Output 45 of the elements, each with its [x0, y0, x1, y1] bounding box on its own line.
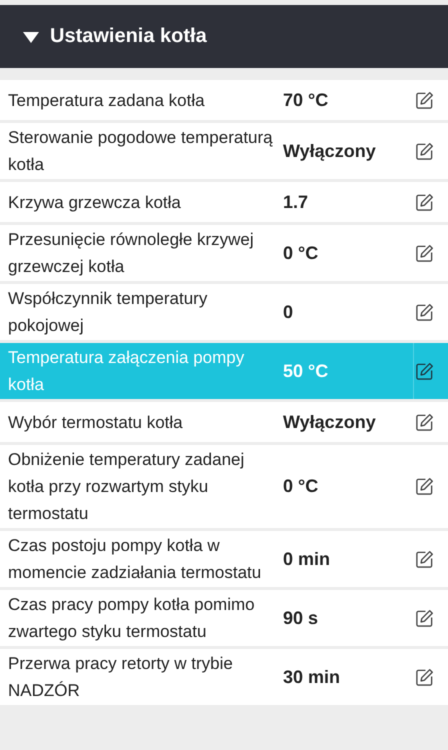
setting-row[interactable]: Temperatura zadana kotła 70 °C [0, 80, 448, 120]
setting-value: 70 °C [282, 90, 330, 110]
edit-icon[interactable] [415, 362, 434, 380]
setting-value: 0 min [282, 548, 332, 570]
edit-icon[interactable] [415, 608, 434, 628]
edit-icon[interactable] [415, 192, 434, 212]
setting-label: Przesunięcie równoległe krzywej grzewczej kotła [7, 229, 255, 278]
edit-icon[interactable] [415, 412, 434, 432]
setting-row[interactable]: Sterowanie pogodowe temperaturą kotła Wyłączony [0, 123, 448, 179]
setting-row[interactable]: Wybór termostatu kotła Wyłączony [0, 402, 448, 442]
edit-icon[interactable] [415, 550, 434, 568]
edit-icon[interactable] [415, 142, 434, 160]
edit-icon[interactable] [415, 302, 434, 322]
setting-row[interactable]: Współczynnik temperatury pokojowej 0 [0, 284, 448, 340]
setting-label: Wybór termostatu kotła [7, 412, 184, 434]
setting-label: Współczynnik temperatury pokojowej [7, 288, 208, 337]
setting-label: Temperatura zadana kotła [7, 90, 206, 112]
setting-label: Temperatura załączenia pompy kotła [7, 347, 246, 396]
setting-row[interactable]: Krzywa grzewcza kotła 1.7 [0, 182, 448, 222]
setting-value: 1.7 [282, 192, 310, 212]
setting-label: Krzywa grzewcza kotła [7, 192, 182, 214]
setting-value: 0 °C [282, 476, 320, 497]
edit-icon[interactable] [415, 90, 434, 110]
setting-value: Wyłączony [282, 140, 377, 162]
setting-label: Czas pracy pompy kotła pomimo zwartego styku termostatu [7, 594, 256, 643]
setting-label: Sterowanie pogodowe temperaturą kotła [7, 127, 274, 176]
section-title: Ustawienia kotła [50, 25, 207, 48]
setting-value: 90 s [282, 608, 320, 628]
setting-label: Obniżenie temperatury zadanej kotła przy rozwartym styku termostatu [7, 449, 246, 525]
setting-value: 30 min [282, 666, 342, 688]
edit-icon[interactable] [415, 668, 434, 686]
edit-icon[interactable] [415, 244, 434, 262]
setting-row[interactable]: Przerwa pracy retorty w trybie NADZÓR 30 min [0, 649, 448, 705]
setting-value: 0 °C [282, 242, 320, 264]
setting-value: 50 °C [282, 360, 330, 382]
setting-row[interactable]: Przesunięcie równoległe krzywej grzewczej kotła 0 °C [0, 225, 448, 281]
setting-row[interactable]: Czas postoju pompy kotła w momencie zadziałania termostatu 0 min [0, 531, 448, 587]
setting-value: Wyłączony [282, 412, 377, 432]
setting-label: Czas postoju pompy kotła w momencie zadziałania termostatu [7, 535, 262, 584]
setting-row[interactable]: Obniżenie temperatury zadanej kotła przy rozwartym styku termostatu 0 °C [0, 445, 448, 528]
setting-row[interactable]: Czas pracy pompy kotła pomimo zwartego styku termostatu 90 s [0, 590, 448, 646]
setting-value: 0 [282, 302, 294, 322]
setting-label: Przerwa pracy retorty w trybie NADZÓR [7, 653, 234, 702]
section-header[interactable]: Ustawienia kotła [0, 5, 448, 68]
edit-icon[interactable] [415, 477, 434, 496]
